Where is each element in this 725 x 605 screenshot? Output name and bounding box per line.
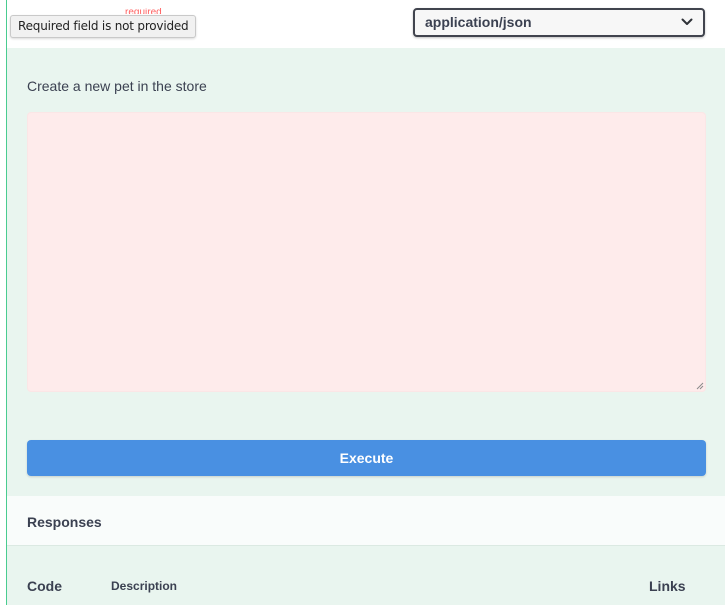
column-header-links: Links <box>649 578 686 594</box>
validation-tooltip: Required field is not provided <box>10 15 197 38</box>
operation-panel: required Required field is not provided … <box>6 0 725 605</box>
column-header-code: Code <box>27 578 62 594</box>
responses-table-header: Code Description Links <box>7 546 725 605</box>
resize-grip-icon[interactable] <box>696 382 704 390</box>
responses-header: Responses <box>7 496 725 546</box>
request-body-description: Create a new pet in the store <box>27 78 207 94</box>
responses-title: Responses <box>27 514 102 530</box>
request-body-header: required Required field is not provided … <box>7 0 725 49</box>
chevron-down-icon <box>681 18 693 25</box>
execute-button[interactable]: Execute <box>27 440 706 476</box>
content-type-select[interactable]: application/json <box>413 8 705 37</box>
content-type-value: application/json <box>425 14 532 30</box>
request-body-section: Create a new pet in the store Execute <box>7 48 725 496</box>
request-body-textarea[interactable] <box>27 112 706 392</box>
column-header-description: Description <box>111 579 178 593</box>
required-label: required <box>125 8 162 14</box>
